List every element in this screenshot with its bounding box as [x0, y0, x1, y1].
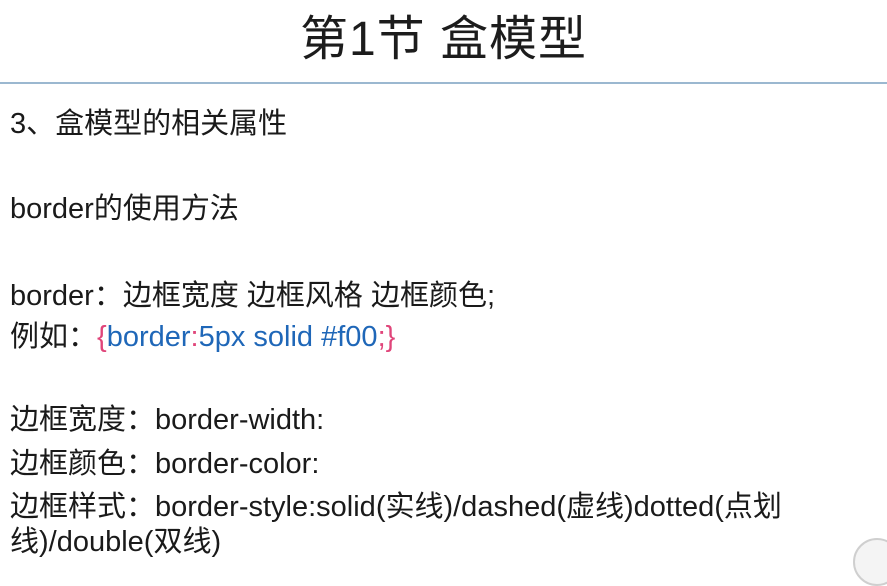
example-line: 例如：{border:5px solid #f00;}: [10, 319, 395, 355]
syntax-line: border：边框宽度 边框风格 边框颜色;: [10, 280, 496, 312]
section-heading: 3、盒模型的相关属性: [10, 108, 288, 140]
border-style-line: 边框样式：border-style:solid(实线)/dashed(虚线)do…: [10, 491, 782, 558]
example-close-brace: ;}: [377, 321, 396, 353]
example-value: 5px solid #f00: [198, 321, 378, 353]
page-curl-icon: [853, 538, 887, 586]
border-width-line: 边框宽度：border-width:: [10, 404, 325, 436]
example-label: 例如：: [10, 321, 98, 353]
border-color-line: 边框颜色：border-color:: [10, 448, 320, 480]
example-colon: :: [190, 321, 199, 353]
example-open-brace: {: [97, 321, 107, 353]
usage-heading: border的使用方法: [10, 193, 239, 225]
slide-title: 第1节 盒模型: [299, 13, 588, 66]
example-property: border: [106, 321, 191, 353]
title-divider: [0, 82, 887, 84]
slide: 第1节 盒模型 3、盒模型的相关属性 border的使用方法 border：边框…: [0, 0, 887, 586]
